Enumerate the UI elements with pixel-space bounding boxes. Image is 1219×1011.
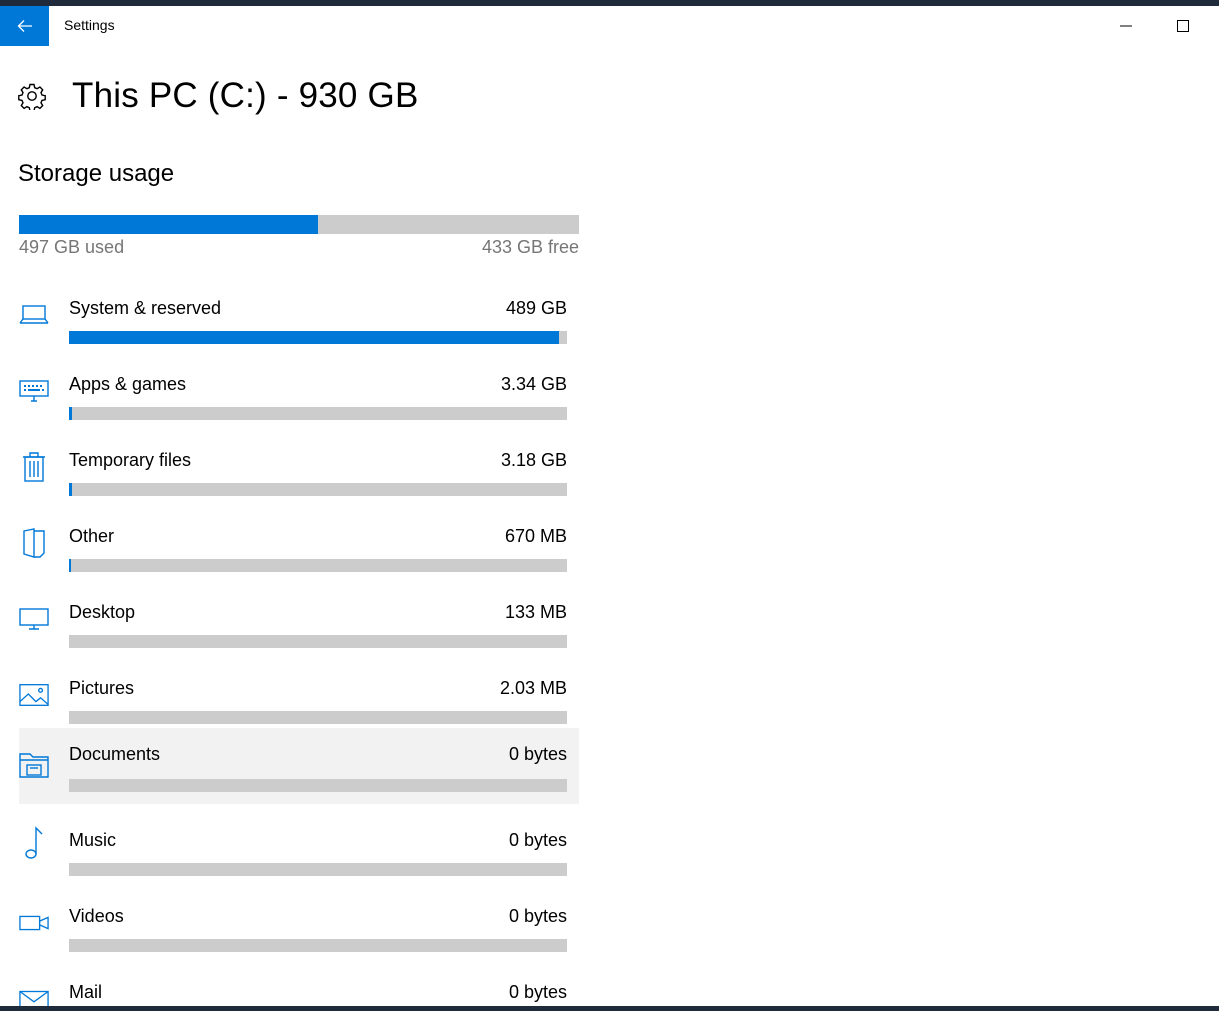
category-label: Music	[69, 830, 117, 850]
category-videos[interactable]: Videos 0 bytes	[19, 892, 579, 968]
trash-icon	[19, 452, 49, 482]
category-system-reserved[interactable]: System & reserved 489 GB	[19, 284, 579, 360]
category-bar	[69, 331, 567, 344]
category-label: Mail	[69, 982, 103, 1002]
window-bottom-border	[0, 1006, 1219, 1011]
category-bar	[69, 407, 567, 420]
laptop-icon	[19, 300, 49, 330]
category-size: 489 GB	[505, 298, 567, 318]
category-bar-fill	[69, 559, 72, 572]
category-bar	[69, 635, 567, 648]
category-label: Temporary files	[69, 450, 192, 470]
total-usage-fill	[19, 215, 319, 234]
category-bar	[69, 939, 567, 952]
category-size: 3.34 GB	[500, 374, 567, 394]
keyboard-icon	[19, 376, 49, 406]
music-note-icon	[19, 826, 49, 860]
category-bar	[69, 711, 567, 724]
category-bar-fill	[69, 331, 560, 344]
minimize-button[interactable]	[1103, 6, 1149, 46]
category-music[interactable]: Music 0 bytes	[19, 816, 579, 892]
monitor-icon	[19, 604, 49, 634]
gear-icon	[18, 82, 46, 110]
category-size: 0 bytes	[508, 744, 567, 764]
category-mail[interactable]: Mail 0 bytes	[19, 968, 579, 1006]
category-label: Pictures	[69, 678, 135, 698]
storage-usage-heading: Storage usage	[18, 160, 175, 187]
category-bar	[69, 779, 567, 792]
category-other[interactable]: Other 670 MB	[19, 512, 579, 588]
documents-icon	[19, 750, 49, 780]
mail-icon	[19, 984, 49, 1006]
category-bar	[69, 483, 567, 496]
pictures-icon	[19, 680, 49, 710]
category-size: 0 bytes	[508, 906, 567, 926]
category-label: Documents	[69, 744, 161, 764]
used-space-label: 497 GB used	[19, 237, 125, 257]
window-title: Settings	[64, 17, 115, 33]
category-label: Apps & games	[69, 374, 187, 394]
category-label: Desktop	[69, 602, 136, 622]
category-size: 670 MB	[504, 526, 567, 546]
minimize-icon	[1120, 25, 1132, 27]
category-size: 2.03 MB	[499, 678, 567, 698]
free-space-label: 433 GB free	[481, 237, 579, 257]
category-documents[interactable]: Documents 0 bytes	[19, 728, 579, 804]
category-size: 133 MB	[504, 602, 567, 622]
video-camera-icon	[19, 908, 49, 938]
category-label: System & reserved	[69, 298, 222, 318]
category-bar	[69, 863, 567, 876]
maximize-icon	[1177, 20, 1189, 32]
back-button[interactable]	[0, 6, 49, 46]
title-bar: Settings	[0, 6, 1219, 46]
category-label: Videos	[69, 906, 124, 926]
category-bar-fill	[69, 407, 73, 420]
category-apps-games[interactable]: Apps & games 3.34 GB	[19, 360, 579, 436]
category-bar-fill	[69, 483, 73, 496]
back-arrow-icon	[17, 19, 33, 33]
maximize-button[interactable]	[1160, 6, 1206, 46]
total-usage-bar	[19, 215, 579, 234]
category-size: 0 bytes	[508, 982, 567, 1002]
page-header: This PC (C:) - 930 GB	[18, 70, 419, 122]
category-bar	[69, 559, 567, 572]
category-temporary-files[interactable]: Temporary files 3.18 GB	[19, 436, 579, 512]
other-files-icon	[19, 528, 49, 558]
page-title: This PC (C:) - 930 GB	[72, 76, 419, 115]
category-size: 0 bytes	[508, 830, 567, 850]
category-desktop[interactable]: Desktop 133 MB	[19, 588, 579, 664]
category-size: 3.18 GB	[500, 450, 567, 470]
category-label: Other	[69, 526, 115, 546]
